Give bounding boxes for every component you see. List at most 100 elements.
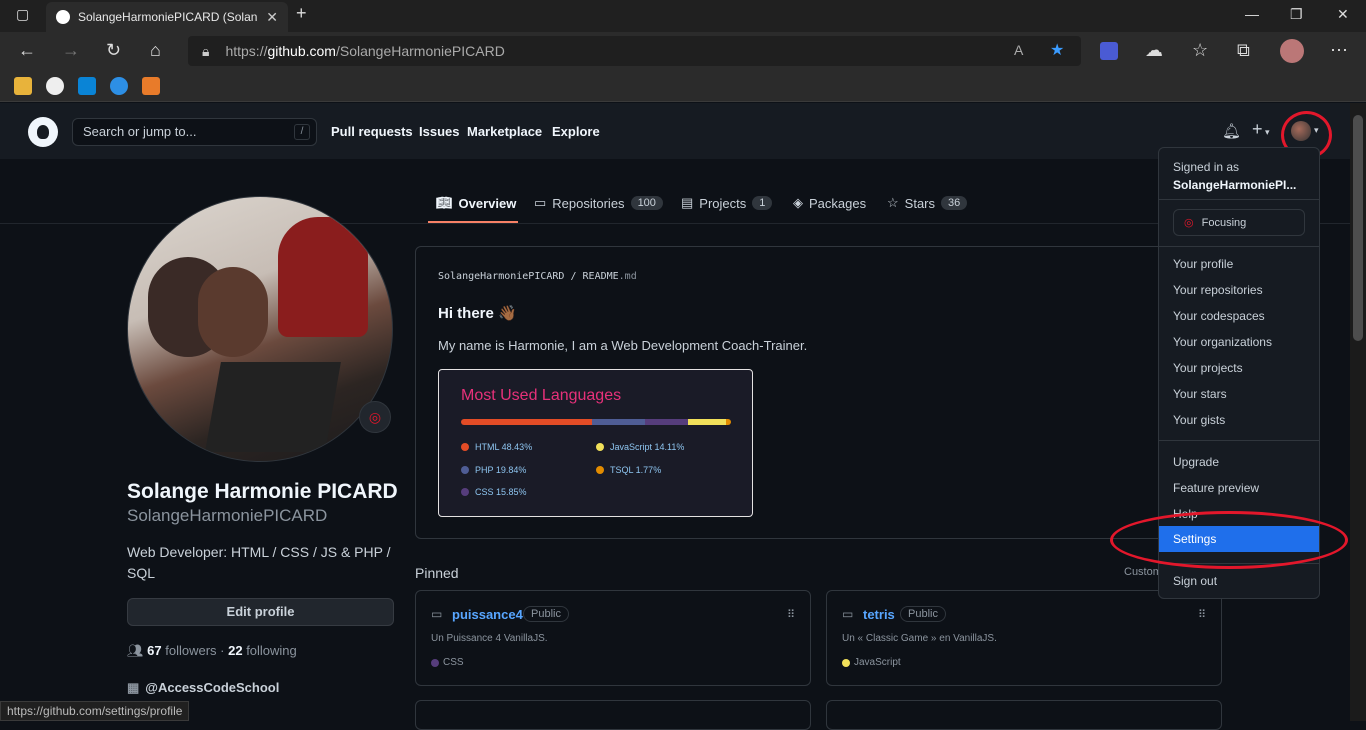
target-status-icon[interactable]: ◎ <box>359 401 391 433</box>
menu-your-organizations[interactable]: Your organizations <box>1173 335 1272 349</box>
favorite-star-icon[interactable]: ★ <box>1050 40 1064 60</box>
tab-overview[interactable]: 📖︎ Overview <box>436 195 516 211</box>
project-icon: ▤ <box>681 195 694 210</box>
collections-icon[interactable]: ⧉ <box>1237 40 1250 61</box>
browser-tab[interactable]: SolangeHarmoniePICARD (Solan ✕ <box>46 2 288 32</box>
following-label[interactable]: following <box>246 643 297 658</box>
language-item: JavaScript 14.11% <box>596 442 684 452</box>
pinned-title: Pinned <box>415 565 459 581</box>
page-scrollbar[interactable] <box>1350 103 1366 721</box>
new-tab-icon[interactable]: + <box>296 3 307 24</box>
photo-laptop <box>205 362 341 452</box>
url-path: /SolangeHarmoniePICARD <box>335 43 505 59</box>
vscode-bookmark-icon[interactable] <box>78 77 96 95</box>
read-aloud-icon[interactable]: A <box>1014 42 1023 58</box>
notifications-bell-icon[interactable]: 🔔︎ <box>1222 122 1241 140</box>
pinned-repo-card[interactable] <box>415 700 811 730</box>
tab-projects[interactable]: ▤ Projects 1 <box>681 195 773 211</box>
minimize-icon[interactable]: — <box>1245 6 1259 22</box>
readme-paragraph: My name is Harmonie, I am a Web Developm… <box>438 338 808 353</box>
tab-label: Stars <box>904 195 935 211</box>
repo-name-link[interactable]: tetris <box>863 607 895 622</box>
target-status-icon: ◎ <box>1184 217 1194 229</box>
pinned-repo-card[interactable] <box>826 700 1222 730</box>
create-new-plus-icon[interactable]: + ▾ <box>1252 119 1270 140</box>
set-status-button[interactable]: ◎ Focusing <box>1173 209 1305 236</box>
menu-your-gists[interactable]: Your gists <box>1173 413 1225 427</box>
back-icon[interactable]: ← <box>18 40 36 61</box>
browser-profile-avatar[interactable] <box>1280 39 1304 63</box>
menu-your-profile[interactable]: Your profile <box>1173 257 1233 271</box>
repo-name-link[interactable]: puissance4 <box>452 607 523 622</box>
menu-feature-preview[interactable]: Feature preview <box>1173 481 1259 495</box>
profile-photo[interactable] <box>127 196 393 462</box>
tab-packages[interactable]: ◈ Packages <box>793 195 866 211</box>
tab-count: 36 <box>941 196 968 210</box>
tab-repositories[interactable]: ▭ Repositories 100 <box>534 195 663 211</box>
menu-upgrade[interactable]: Upgrade <box>1173 455 1219 469</box>
extension-icon[interactable] <box>1100 42 1118 60</box>
tab-stars[interactable]: ☆ Stars 36 <box>887 195 968 211</box>
html5-bookmark-icon[interactable] <box>142 77 160 95</box>
language-bar-segment <box>591 419 646 425</box>
menu-divider <box>1159 199 1319 200</box>
language-dot <box>461 466 469 474</box>
nav-explore[interactable]: Explore <box>552 124 600 139</box>
github-logo-icon[interactable] <box>28 117 58 147</box>
readme-path-file[interactable]: README <box>583 271 619 282</box>
status-label: Focusing <box>1201 217 1247 229</box>
followers-label[interactable]: followers <box>165 643 216 658</box>
pinned-repo-card[interactable]: ▭ puissance4 Public ⠿ Un Puissance 4 Van… <box>415 590 811 686</box>
scrollbar-thumb[interactable] <box>1353 115 1363 341</box>
language-label: JavaScript 14.11% <box>610 442 685 452</box>
pinned-repo-card[interactable]: ▭ tetris Public ⠿ Un « Classic Game » en… <box>826 590 1222 686</box>
language-dot <box>596 466 604 474</box>
menu-your-codespaces[interactable]: Your codespaces <box>1173 309 1265 323</box>
copilot-bookmark-icon[interactable] <box>110 77 128 95</box>
edit-profile-button[interactable]: Edit profile <box>127 598 394 626</box>
following-count[interactable]: 22 <box>228 643 242 658</box>
star-icon: ☆ <box>887 195 899 210</box>
url-prefix: https:// <box>225 43 268 59</box>
tab-actions-icon[interactable]: ▢ <box>16 6 29 23</box>
book-icon: 📖︎ <box>436 195 453 210</box>
tab-label: Repositories <box>552 195 625 211</box>
search-placeholder: Search or jump to... <box>83 124 197 139</box>
profile-org[interactable]: ▦ @AccessCodeSchool <box>127 680 279 696</box>
menu-sign-out[interactable]: Sign out <box>1173 574 1217 588</box>
language-item: PHP 19.84% <box>461 465 526 475</box>
github-bookmark-icon[interactable] <box>46 77 64 95</box>
drag-handle-icon[interactable]: ⠿ <box>787 608 795 621</box>
nav-issues[interactable]: Issues <box>419 124 459 139</box>
home-icon[interactable]: ⌂ <box>150 40 161 61</box>
menu-your-stars[interactable]: Your stars <box>1173 387 1227 401</box>
lock-icon: 🔒︎ <box>202 42 210 59</box>
cloud-icon[interactable]: ☁ <box>1145 40 1163 61</box>
readme-path-user[interactable]: SolangeHarmoniePICARD <box>438 271 564 282</box>
customize-pins-link[interactable]: Custom <box>1124 566 1162 578</box>
nav-pull-requests[interactable]: Pull requests <box>331 124 413 139</box>
profile-bio: Web Developer: HTML / CSS / JS & PHP / S… <box>127 544 391 581</box>
search-input[interactable]: Search or jump to... / <box>72 118 317 146</box>
repo-language: CSS <box>431 657 464 668</box>
close-window-icon[interactable]: ✕ <box>1337 6 1349 23</box>
menu-your-repositories[interactable]: Your repositories <box>1173 283 1263 297</box>
drag-handle-icon[interactable]: ⠿ <box>1198 608 1206 621</box>
forward-icon[interactable]: → <box>62 40 80 61</box>
folder-icon[interactable] <box>14 77 32 95</box>
language-dot <box>596 443 604 451</box>
menu-your-projects[interactable]: Your projects <box>1173 361 1243 375</box>
tab-label: Projects <box>699 195 747 211</box>
profile-readme: SolangeHarmoniePICARD / README.md Hi the… <box>415 246 1223 539</box>
refresh-icon[interactable]: ↻ <box>106 40 121 61</box>
more-icon[interactable]: ⋯ <box>1330 40 1348 61</box>
restore-icon[interactable]: ❐ <box>1290 6 1303 23</box>
repo-icon: ▭ <box>431 607 443 621</box>
url-field[interactable]: 🔒︎ https://github.com/SolangeHarmoniePIC… <box>188 36 1081 66</box>
followers-count[interactable]: 67 <box>147 643 161 658</box>
close-tab-icon[interactable]: ✕ <box>266 9 278 26</box>
language-label: PHP 19.84% <box>475 465 527 475</box>
favorites-icon[interactable]: ☆ <box>1192 40 1208 61</box>
url-domain: github.com <box>267 43 336 59</box>
nav-marketplace[interactable]: Marketplace <box>467 124 542 139</box>
